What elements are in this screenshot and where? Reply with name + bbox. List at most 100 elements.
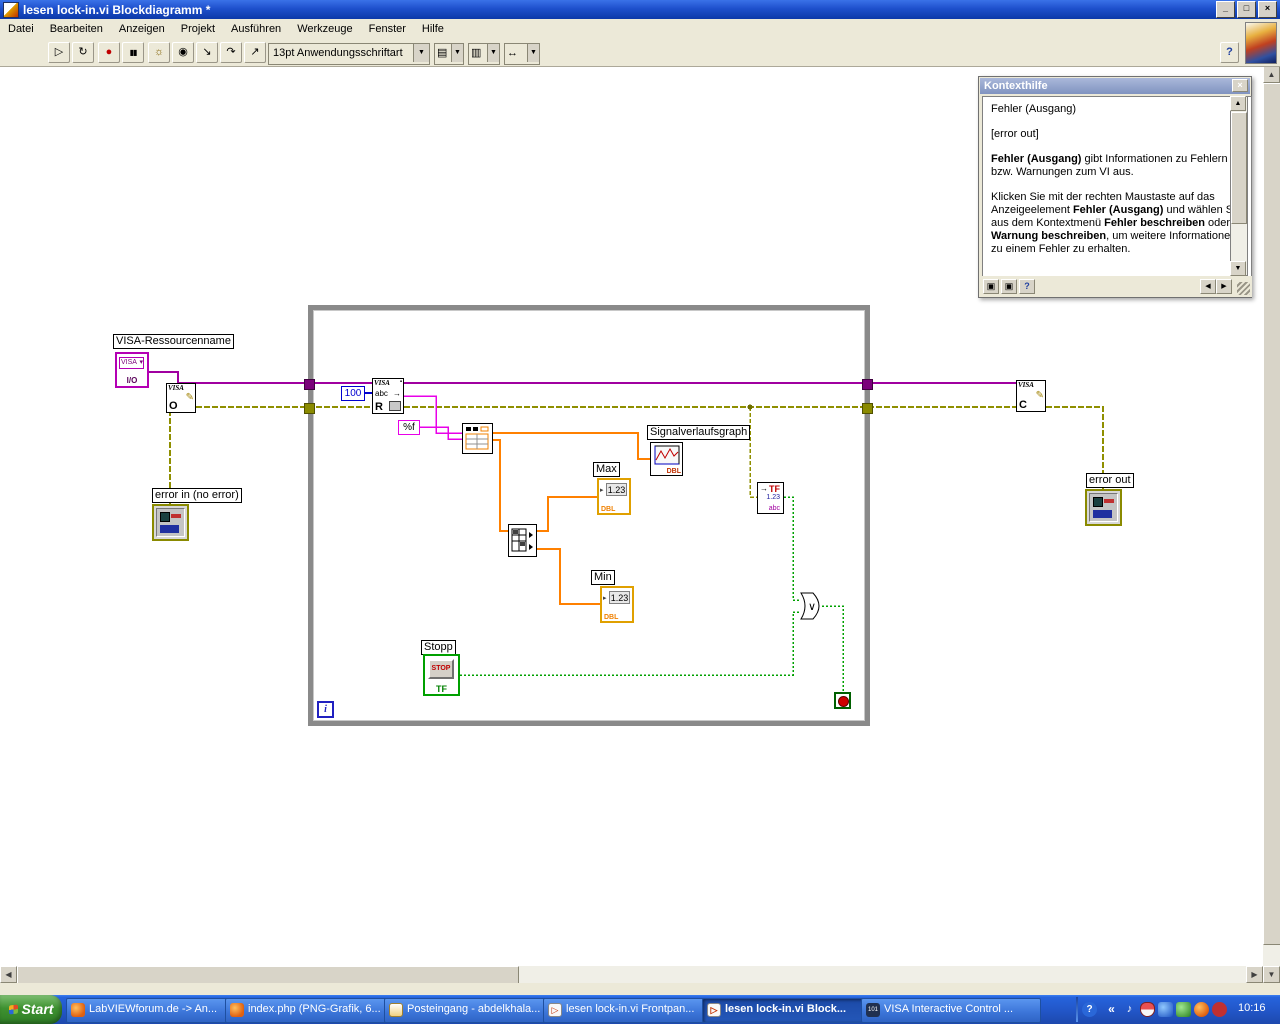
pause-button[interactable]: ▮▮: [122, 42, 144, 63]
minimize-button[interactable]: _: [1216, 1, 1235, 18]
distribute-objects-dropdown[interactable]: ▥ ▼: [468, 43, 500, 65]
min-label[interactable]: Min: [591, 570, 615, 585]
spreadsheet-string-to-array-node[interactable]: [462, 423, 493, 454]
stop-label[interactable]: Stopp: [421, 640, 456, 655]
visa-resource-control[interactable]: VISA ▾ I/O: [115, 352, 149, 388]
tray-security-shield-icon[interactable]: [1140, 1002, 1155, 1017]
max-indicator[interactable]: ▸ 1.23 DBL: [597, 478, 631, 515]
menu-ausfuehren[interactable]: Ausführen: [223, 20, 289, 38]
menu-hilfe[interactable]: Hilfe: [414, 20, 452, 38]
menu-werkzeuge[interactable]: Werkzeuge: [289, 20, 360, 38]
distribute-objects-icon: ▥: [471, 47, 482, 59]
context-help-window[interactable]: Kontexthilfe × Fehler (Ausgang) [error o…: [978, 76, 1252, 298]
min-indicator[interactable]: ▸ 1.23 DBL: [600, 586, 634, 623]
tray-collapse-chevron-icon[interactable]: «: [1104, 1002, 1119, 1017]
format-string-constant[interactable]: %f: [398, 420, 420, 435]
scroll-down-icon[interactable]: ▼: [1263, 966, 1280, 983]
show-terminals-button[interactable]: ▣: [983, 279, 999, 294]
tray-help-icon[interactable]: ?: [1082, 1002, 1097, 1017]
nav-left-icon[interactable]: ◀: [1200, 279, 1216, 294]
resize-grip[interactable]: [1237, 282, 1250, 295]
max-label[interactable]: Max: [593, 462, 620, 477]
vertical-scrollbar[interactable]: ▲ ▼: [1263, 66, 1280, 983]
tray-update-icon[interactable]: [1212, 1002, 1227, 1017]
chevron-down-icon[interactable]: ▼: [451, 44, 463, 62]
tray-clock[interactable]: 10:16: [1238, 1002, 1266, 1014]
chevron-down-icon[interactable]: ▼: [527, 44, 539, 62]
chevron-down-icon[interactable]: ▼: [413, 44, 429, 62]
visa-close-node[interactable]: VISA ✎ C: [1016, 380, 1046, 412]
menu-bearbeiten[interactable]: Bearbeiten: [42, 20, 111, 38]
signal-graph-label[interactable]: Signalverlaufsgraph: [647, 425, 751, 440]
retain-wire-values-button[interactable]: ◉: [172, 42, 194, 63]
taskbar-item-blockdiagram[interactable]: ▷ lesen lock-in.vi Block...: [702, 998, 882, 1023]
lock-help-button[interactable]: ▣: [1001, 279, 1017, 294]
increment-arrow-icon: ▸: [603, 595, 607, 602]
arrow-right-icon: →: [760, 484, 768, 493]
run-button[interactable]: ▷: [48, 42, 70, 63]
error-out-cluster[interactable]: [1085, 489, 1122, 526]
cluster-frame: [156, 508, 185, 537]
step-over-button[interactable]: ↷: [220, 42, 242, 63]
taskbar-item-frontpanel[interactable]: ▷ lesen lock-in.vi Frontpan...: [543, 998, 723, 1023]
highlight-execution-button[interactable]: ☼: [148, 42, 170, 63]
byte-count-constant[interactable]: 100: [341, 386, 365, 401]
error-in-label[interactable]: error in (no error): [152, 488, 242, 503]
step-into-button[interactable]: ↘: [196, 42, 218, 63]
align-objects-dropdown[interactable]: ▤ ▼: [434, 43, 464, 65]
menu-fenster[interactable]: Fenster: [361, 20, 414, 38]
visa-resource-label[interactable]: VISA-Ressourcenname: [113, 334, 234, 349]
context-help-titlebar[interactable]: Kontexthilfe ×: [980, 78, 1250, 94]
tray-antivirus-icon[interactable]: [1176, 1002, 1191, 1017]
or-gate-node[interactable]: ∨: [800, 592, 826, 620]
tray-volume-icon[interactable]: ♪: [1122, 1002, 1137, 1017]
chevron-down-icon[interactable]: ▼: [487, 44, 499, 62]
loop-condition-terminal[interactable]: [834, 692, 851, 709]
error-out-label[interactable]: error out: [1086, 473, 1134, 488]
while-loop-structure[interactable]: [308, 305, 870, 726]
start-button[interactable]: Start: [0, 995, 62, 1024]
detailed-help-button[interactable]: ?: [1019, 279, 1035, 294]
restore-button[interactable]: □: [1237, 1, 1256, 18]
scroll-left-icon[interactable]: ◀: [0, 966, 17, 983]
visa-open-node[interactable]: VISA ✎ O: [166, 383, 196, 413]
svg-text:∨: ∨: [808, 601, 816, 613]
help-button[interactable]: ?: [1220, 42, 1239, 63]
scroll-thumb[interactable]: [1231, 112, 1247, 224]
context-help-scrollbar[interactable]: ▲ ▼: [1230, 96, 1248, 276]
close-icon[interactable]: ×: [1232, 79, 1248, 92]
menu-datei[interactable]: Datei: [0, 20, 42, 38]
waveform-graph-terminal[interactable]: DBL: [650, 442, 683, 476]
run-continuous-button[interactable]: ↻: [72, 42, 94, 63]
window-titlebar[interactable]: lesen lock-in.vi Blockdiagramm * _ □ ×: [0, 0, 1280, 19]
menu-anzeigen[interactable]: Anzeigen: [111, 20, 173, 38]
scroll-up-icon[interactable]: ▲: [1263, 66, 1280, 83]
window-title: lesen lock-in.vi Blockdiagramm *: [23, 2, 211, 17]
nav-right-icon[interactable]: ▶: [1216, 279, 1232, 294]
font-selector[interactable]: 13pt Anwendungsschriftart ▼: [268, 43, 430, 65]
abort-button[interactable]: ●: [98, 42, 120, 63]
scroll-right-icon[interactable]: ▶: [1246, 966, 1263, 983]
tray-firefox-icon[interactable]: [1194, 1002, 1209, 1017]
to-boolean-node[interactable]: → TF 1.23 abc: [757, 482, 784, 514]
step-out-button[interactable]: ↗: [244, 42, 266, 63]
array-max-min-node[interactable]: [508, 524, 537, 557]
close-button[interactable]: ×: [1258, 1, 1277, 18]
taskbar-item-visa-interactive[interactable]: 101 VISA Interactive Control ...: [861, 998, 1041, 1023]
source-glyph: [160, 525, 179, 533]
iteration-terminal[interactable]: i: [317, 701, 334, 718]
taskbar-item-posteingang[interactable]: Posteingang - abdelkhala...: [384, 998, 564, 1023]
resize-objects-dropdown[interactable]: ↔ ▼: [504, 43, 540, 65]
tray-network-icon[interactable]: [1158, 1002, 1173, 1017]
vertical-scroll-thumb[interactable]: [1263, 83, 1280, 945]
taskbar-item-labviewforum[interactable]: LabVIEWforum.de -> An...: [66, 998, 246, 1023]
scroll-down-icon[interactable]: ▼: [1230, 261, 1246, 276]
visa-read-node[interactable]: VISA ▪ abc → R: [372, 378, 404, 414]
menu-projekt[interactable]: Projekt: [173, 20, 223, 38]
scroll-up-icon[interactable]: ▲: [1230, 96, 1246, 111]
stop-button-terminal[interactable]: STOP TF: [423, 654, 460, 696]
horizontal-scrollbar[interactable]: ◀ ▶: [0, 966, 1263, 985]
error-in-cluster[interactable]: [152, 504, 189, 541]
menubar: Datei Bearbeiten Anzeigen Projekt Ausfüh…: [0, 19, 1280, 39]
taskbar-item-indexphp[interactable]: index.php (PNG-Grafik, 6...: [225, 998, 405, 1023]
